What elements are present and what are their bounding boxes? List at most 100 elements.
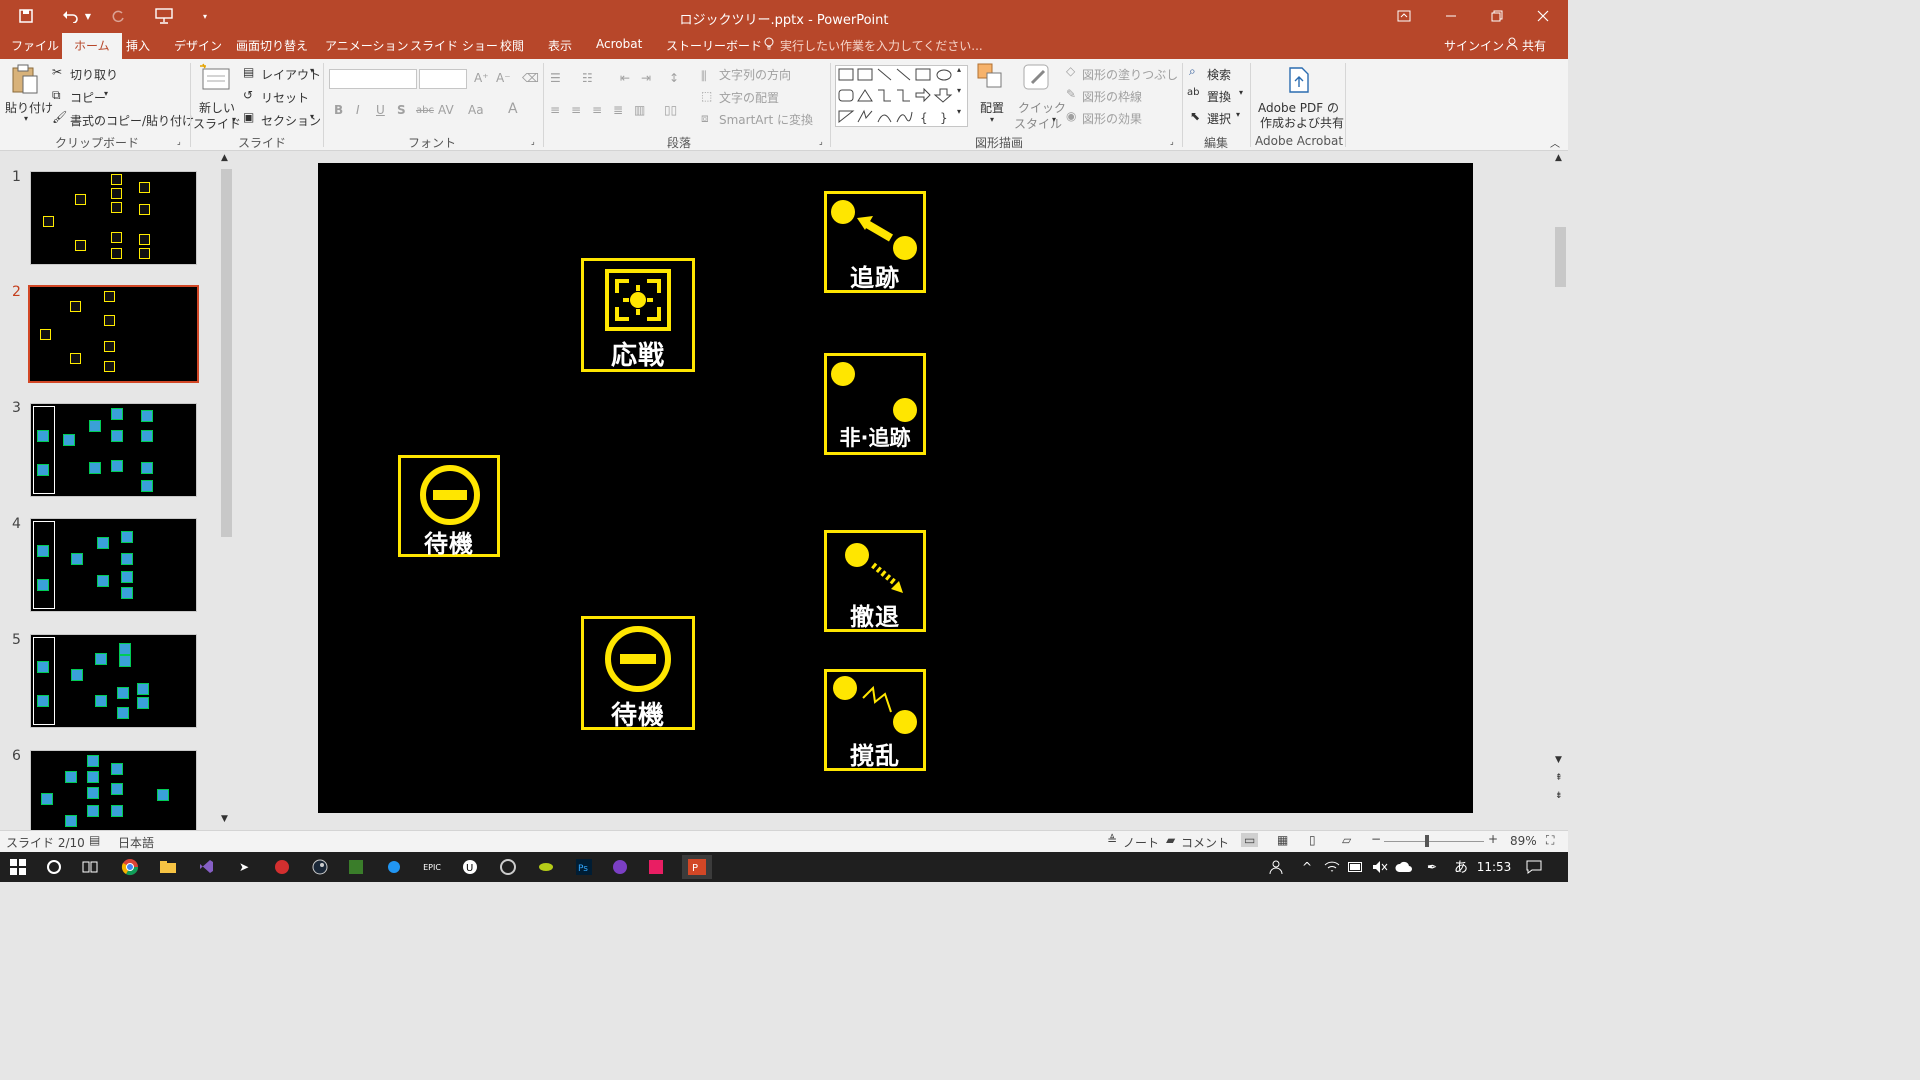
notification-icon[interactable]	[1524, 858, 1544, 876]
font-launcher-icon[interactable]: ⌟	[531, 137, 535, 146]
powerpoint-taskbar-icon[interactable]: P	[682, 855, 712, 879]
justify-icon[interactable]: ≣	[613, 103, 623, 117]
section-icon[interactable]: ▣	[243, 110, 254, 124]
cut-button[interactable]: 切り取り	[70, 66, 118, 83]
replace-dropdown-icon[interactable]: ▾	[1239, 88, 1243, 97]
tab-home[interactable]: ホーム	[62, 33, 122, 59]
shape-effects-icon[interactable]: ◉	[1066, 109, 1076, 123]
align-text-icon[interactable]: ⬚	[701, 89, 712, 103]
text-direction-button[interactable]: 文字列の方向	[719, 66, 791, 83]
scroll-down-icon[interactable]: ▼	[221, 814, 228, 824]
shape-fill-button[interactable]: 図形の塗りつぶし	[1082, 66, 1178, 83]
fit-to-window-icon[interactable]: ⛶	[1546, 833, 1554, 848]
steam-icon[interactable]	[310, 858, 330, 876]
drawing-launcher-icon[interactable]: ⌟	[1170, 137, 1174, 146]
slide-thumbnail-1[interactable]	[30, 171, 197, 265]
tab-acrobat[interactable]: Acrobat	[596, 37, 642, 51]
layout-dropdown-icon[interactable]: ▾	[310, 66, 314, 75]
photoshop-icon[interactable]: Ps	[574, 858, 594, 876]
distributed-icon[interactable]: ▥	[634, 103, 645, 117]
wifi-icon[interactable]	[1322, 858, 1342, 876]
copy-button[interactable]: コピー	[70, 89, 106, 106]
align-right-icon[interactable]: ≡	[592, 103, 602, 117]
font-name-input[interactable]	[329, 69, 417, 89]
zoom-slider-thumb[interactable]	[1425, 835, 1429, 847]
shape-effects-button[interactable]: 図形の効果	[1082, 110, 1142, 127]
notes-button[interactable]: ノート	[1123, 834, 1159, 851]
tab-transitions[interactable]: 画面切り替え	[236, 37, 308, 54]
tab-slideshow[interactable]: スライド ショー	[410, 37, 498, 54]
task-view-icon[interactable]	[80, 858, 100, 876]
slide-icon-disrupt[interactable]: 撹乱	[824, 669, 926, 771]
unreal-icon[interactable]: U	[460, 858, 480, 876]
people-icon[interactable]	[1266, 858, 1286, 876]
char-spacing-icon[interactable]: AV	[438, 103, 454, 117]
reset-button[interactable]: リセット	[261, 89, 309, 106]
copy-icon[interactable]: ⧉	[52, 88, 61, 103]
replace-icon[interactable]: ab	[1187, 87, 1199, 98]
slide-icon-chase[interactable]: 追跡	[824, 191, 926, 293]
slide-icon-no-chase[interactable]: 非·追跡	[824, 353, 926, 455]
columns-icon[interactable]: ▯▯	[664, 103, 677, 117]
align-text-button[interactable]: 文字の配置	[719, 89, 779, 106]
spell-check-icon[interactable]: ▤	[89, 833, 100, 847]
previous-slide-icon[interactable]: ⇞	[1555, 773, 1563, 783]
select-cursor-icon[interactable]: ⬉	[1190, 109, 1200, 123]
quick-styles-icon[interactable]	[1022, 63, 1052, 96]
slideshow-view-icon[interactable]: ▱	[1342, 833, 1351, 847]
file-explorer-icon[interactable]	[158, 858, 178, 876]
slide-icon-counterattack[interactable]: 応戦	[581, 258, 695, 372]
bold-icon[interactable]: B	[334, 103, 343, 117]
align-left-icon[interactable]: ≡	[550, 103, 560, 117]
collapse-ribbon-icon[interactable]: ︿	[1550, 135, 1560, 150]
notes-icon[interactable]: ≜	[1107, 833, 1117, 847]
shape-outline-button[interactable]: 図形の枠線	[1082, 88, 1142, 105]
adobe-pdf-icon[interactable]	[1288, 67, 1310, 96]
app-icon[interactable]	[272, 858, 292, 876]
scroll-down-icon[interactable]: ▼	[1555, 755, 1562, 765]
pen-icon[interactable]: ✒	[1422, 858, 1442, 876]
ribbon-display-options-icon[interactable]	[1390, 6, 1418, 26]
font-size-input[interactable]	[419, 69, 467, 89]
reset-icon[interactable]: ↺	[243, 88, 253, 102]
decrease-font-icon[interactable]: A⁻	[496, 71, 511, 85]
comment-icon[interactable]: ▰	[1166, 833, 1175, 847]
arrange-icon[interactable]	[977, 63, 1005, 96]
chevron-up-icon[interactable]: ^	[1297, 858, 1317, 876]
slide-thumbnail-2[interactable]	[28, 285, 199, 383]
underline-icon[interactable]: U	[376, 103, 385, 117]
section-dropdown-icon[interactable]: ▾	[310, 112, 314, 121]
paste-icon[interactable]	[10, 63, 40, 98]
zoom-out-button[interactable]: −	[1371, 832, 1381, 846]
tell-me-input[interactable]: 実行したい作業を入力してください...	[780, 37, 983, 54]
clipboard-launcher-icon[interactable]: ⌟	[177, 137, 181, 146]
replace-button[interactable]: 置換	[1207, 88, 1231, 105]
new-slide-icon[interactable]	[199, 63, 231, 96]
zoom-slider[interactable]	[1384, 841, 1484, 842]
normal-view-icon[interactable]: ▭	[1241, 833, 1259, 847]
language-indicator[interactable]: 日本語	[118, 834, 154, 851]
volume-muted-icon[interactable]	[1370, 858, 1390, 876]
create-pdf-label-2[interactable]: 作成および共有	[1260, 114, 1344, 131]
numbering-icon[interactable]: ☷	[582, 71, 593, 85]
increase-font-icon[interactable]: A⁺	[474, 71, 489, 85]
decrease-indent-icon[interactable]: ⇤	[620, 71, 630, 85]
app-icon[interactable]	[536, 858, 556, 876]
arrange-dropdown-icon[interactable]: ▾	[990, 115, 994, 124]
shapes-gallery[interactable]: { }	[835, 65, 968, 127]
scrollbar-thumb[interactable]	[1555, 227, 1566, 287]
smartart-button[interactable]: SmartArt に変換	[719, 111, 813, 128]
onedrive-icon[interactable]	[1394, 858, 1414, 876]
visual-studio-icon[interactable]	[196, 858, 216, 876]
scroll-up-icon[interactable]: ▲	[221, 153, 228, 163]
text-direction-icon[interactable]: ⫼	[701, 69, 707, 84]
next-slide-icon[interactable]: ⇟	[1555, 791, 1563, 801]
arrange-button[interactable]: 配置	[980, 99, 1004, 116]
app-icon[interactable]	[610, 858, 630, 876]
gallery-down-icon[interactable]: ▾	[957, 86, 961, 95]
slide-sorter-icon[interactable]: ▦	[1277, 833, 1288, 847]
scrollbar-thumb[interactable]	[221, 169, 232, 537]
minimize-button[interactable]	[1437, 6, 1465, 26]
share-button[interactable]: 共有	[1522, 37, 1546, 54]
slide-thumbnail-5[interactable]	[30, 634, 197, 728]
